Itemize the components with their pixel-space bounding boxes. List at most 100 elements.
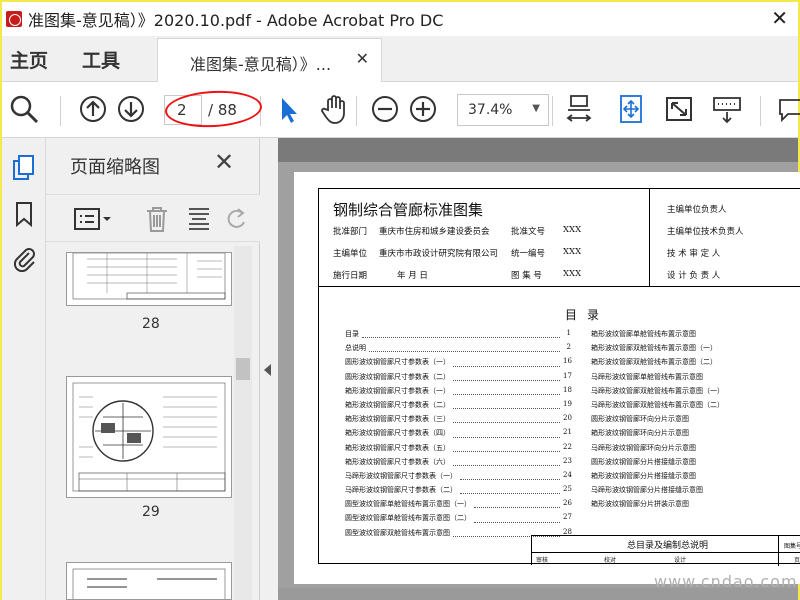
toc-entry: 箱形波纹钢管廊尺寸参数表（二） 19	[345, 400, 572, 414]
title-block-cell: 审核	[536, 557, 549, 564]
page-thumbnail[interactable]	[66, 376, 232, 498]
toc-leader	[369, 343, 560, 353]
acrobat-logo-icon	[6, 11, 22, 27]
toc-leader	[474, 513, 560, 523]
zoom-in-icon[interactable]	[406, 92, 440, 126]
toc-entry-title: 马蹄形波纹管廊双舱管线布置示意图（二）	[591, 400, 724, 409]
tab-bar: 主页 工具 准图集-意见稿）》... ✕	[2, 36, 798, 82]
read-mode-icon[interactable]	[710, 92, 744, 126]
close-panel-icon[interactable]: ✕	[214, 148, 234, 176]
toc-entry-title: 马蹄形波纹钢管廊尺寸参数表（一）	[345, 471, 457, 480]
close-tab-icon[interactable]: ✕	[356, 49, 369, 68]
toc-entry-title: 马蹄形波纹钢管廊分片搭接缝示意图	[591, 486, 703, 495]
title-block-cell: 图集号	[784, 543, 800, 550]
toc-entry: 马蹄形波纹钢管廊分片搭接缝示意图	[591, 485, 781, 499]
next-page-icon[interactable]	[114, 92, 148, 126]
thumbnail-drawing	[72, 568, 226, 600]
search-icon[interactable]	[7, 92, 41, 126]
tab-document[interactable]: 准图集-意见稿）》... ✕	[157, 38, 382, 82]
delete-icon[interactable]	[144, 205, 170, 233]
toc-entry: 圆形波纹钢管廊分片搭接缝示意图	[591, 457, 781, 471]
title-block-cell: 校对	[604, 557, 617, 564]
cover-header: 钢制综合管廊标准图集 批准部门 重庆市住房和城乡建设委员会 批准文号 XXX 主…	[319, 189, 800, 287]
chevron-left-icon	[264, 364, 271, 376]
toc-leader	[453, 457, 560, 466]
toc-entry-page: 23	[563, 456, 572, 465]
atlas-no-label: 图 集 号	[511, 271, 542, 281]
toc-leader	[474, 499, 560, 509]
fit-page-icon[interactable]	[614, 92, 648, 126]
approval-no-value: XXX	[563, 225, 582, 235]
document-view[interactable]: 钢制综合管廊标准图集 批准部门 重庆市住房和城乡建设委员会 批准文号 XXX 主…	[278, 138, 800, 600]
title-block-rule	[532, 552, 800, 553]
toc-entry-title: 箱形波纹管廊双舱管线布置示意图（二）	[591, 358, 717, 367]
comment-icon[interactable]	[774, 92, 800, 126]
toc-left-column: 目录 1 总说明 2 圆形波纹钢管廊尺寸参数表（一） 16 圆形波纹钢管廊尺寸参数表（二） 1…	[345, 329, 572, 542]
extract-pages-icon[interactable]	[186, 205, 212, 233]
rotate-icon[interactable]	[224, 205, 250, 233]
toolbar-divider	[356, 96, 357, 126]
toc-entry-title: 箱形波纹钢管廊尺寸参数表（一）	[345, 386, 450, 395]
toc-entry-page: 22	[563, 442, 572, 451]
toc-entry-page: 25	[563, 485, 572, 494]
role-label: 设 计 负 责 人	[667, 271, 721, 281]
toc-entry-page: 1	[566, 329, 571, 337]
zoom-out-icon[interactable]	[368, 92, 402, 126]
toc-leader	[460, 471, 560, 481]
window-close-button[interactable]: ✕	[771, 6, 788, 30]
panel-scrollbar[interactable]	[234, 246, 252, 600]
toc-entry: 箱形波纹钢管廊尺寸参数表（四） 21	[345, 428, 572, 442]
toc-entry-title: 圆形波纹钢管廊尺寸参数表（二）	[345, 372, 450, 381]
tab-tools[interactable]: 工具	[82, 46, 120, 73]
bookmark-icon[interactable]	[10, 200, 38, 228]
attachment-icon[interactable]	[10, 244, 38, 272]
toc-entry: 马蹄形波纹钢管廊尺寸参数表（二） 25	[345, 485, 572, 499]
toc-entry: 箱形波纹钢管廊环向分片示意图	[591, 428, 781, 442]
effective-date-value: 年 月 日	[397, 271, 428, 281]
full-screen-icon[interactable]	[662, 92, 696, 126]
previous-page-icon[interactable]	[76, 92, 110, 126]
title-block: 总目录及编制总说明 审核 校对 设计 图集号 页	[531, 535, 800, 566]
toc-entry-page: 16	[563, 357, 572, 366]
toc-leader	[453, 400, 560, 410]
unified-no-label: 统一编号	[511, 249, 546, 259]
toc-leader	[453, 428, 560, 438]
toc-entry-title: 马蹄形波纹钢管廊环向分片示意图	[591, 443, 696, 452]
toc-entry-title: 马蹄形波纹管廊单舱管线布置示意图	[591, 372, 703, 381]
unified-no-value: XXX	[563, 247, 582, 257]
page-thumbnail[interactable]	[66, 562, 232, 600]
title-block-name: 总目录及编制总说明	[627, 541, 709, 551]
toc-entry-page: 27	[563, 513, 572, 522]
toc-leader	[453, 372, 560, 381]
toc-entry: 箱形波纹管廊双舱管线布置示意图（一）	[591, 343, 781, 357]
toc-entry: 箱形波纹钢管廊分片搭接缝示意图	[591, 471, 781, 485]
toc-leader	[453, 414, 560, 424]
toc-entry: 圆形波纹钢管廊尺寸参数表（一） 16	[345, 357, 572, 371]
toolbar-divider	[760, 96, 761, 126]
editor-unit-value: 重庆市市政设计研究院有限公司	[379, 249, 499, 259]
zoom-value: 37.4%	[468, 102, 513, 118]
page-thumbnails-icon[interactable]	[10, 154, 38, 182]
title-bar: 准图集-意见稿）》2020.10.pdf - Adobe Acrobat Pro…	[2, 2, 798, 36]
hand-tool-icon[interactable]	[318, 92, 352, 126]
toc-entry: 圆型波纹管廊单舱管线布置示意图（二） 27	[345, 513, 572, 527]
toc-entry: 总说明 2	[345, 343, 571, 357]
tab-home[interactable]: 主页	[10, 46, 48, 73]
toc-entry-title: 箱形波纹钢管廊分片拼装示意图	[591, 500, 689, 509]
toc-leader	[453, 386, 560, 395]
toc-entry: 箱形波纹钢管廊尺寸参数表（五） 22	[345, 442, 572, 457]
fit-width-icon[interactable]	[562, 92, 596, 126]
collapse-panel-button[interactable]	[260, 138, 278, 600]
scrollbar-thumb[interactable]	[236, 358, 250, 380]
zoom-select[interactable]: 37.4% ▼	[457, 94, 549, 126]
page-thumbnail[interactable]	[66, 252, 232, 306]
effective-date-label: 施行日期	[333, 271, 368, 281]
select-cursor-icon[interactable]	[272, 92, 306, 126]
window-title: 准图集-意见稿）》2020.10.pdf - Adobe Acrobat Pro…	[28, 11, 444, 30]
options-menu-icon[interactable]	[74, 207, 114, 231]
toc-entry-title: 箱形波纹钢管廊尺寸参数表（二）	[345, 400, 450, 409]
toc-entry: 马蹄形波纹钢管廊环向分片示意图	[591, 443, 781, 457]
toc-entry: 箱形波纹钢管廊尺寸参数表（六） 23	[345, 456, 572, 471]
role-label: 主编单位负责人	[667, 205, 727, 215]
toc-entry: 圆形波纹钢管廊尺寸参数表（二） 17	[345, 372, 572, 386]
